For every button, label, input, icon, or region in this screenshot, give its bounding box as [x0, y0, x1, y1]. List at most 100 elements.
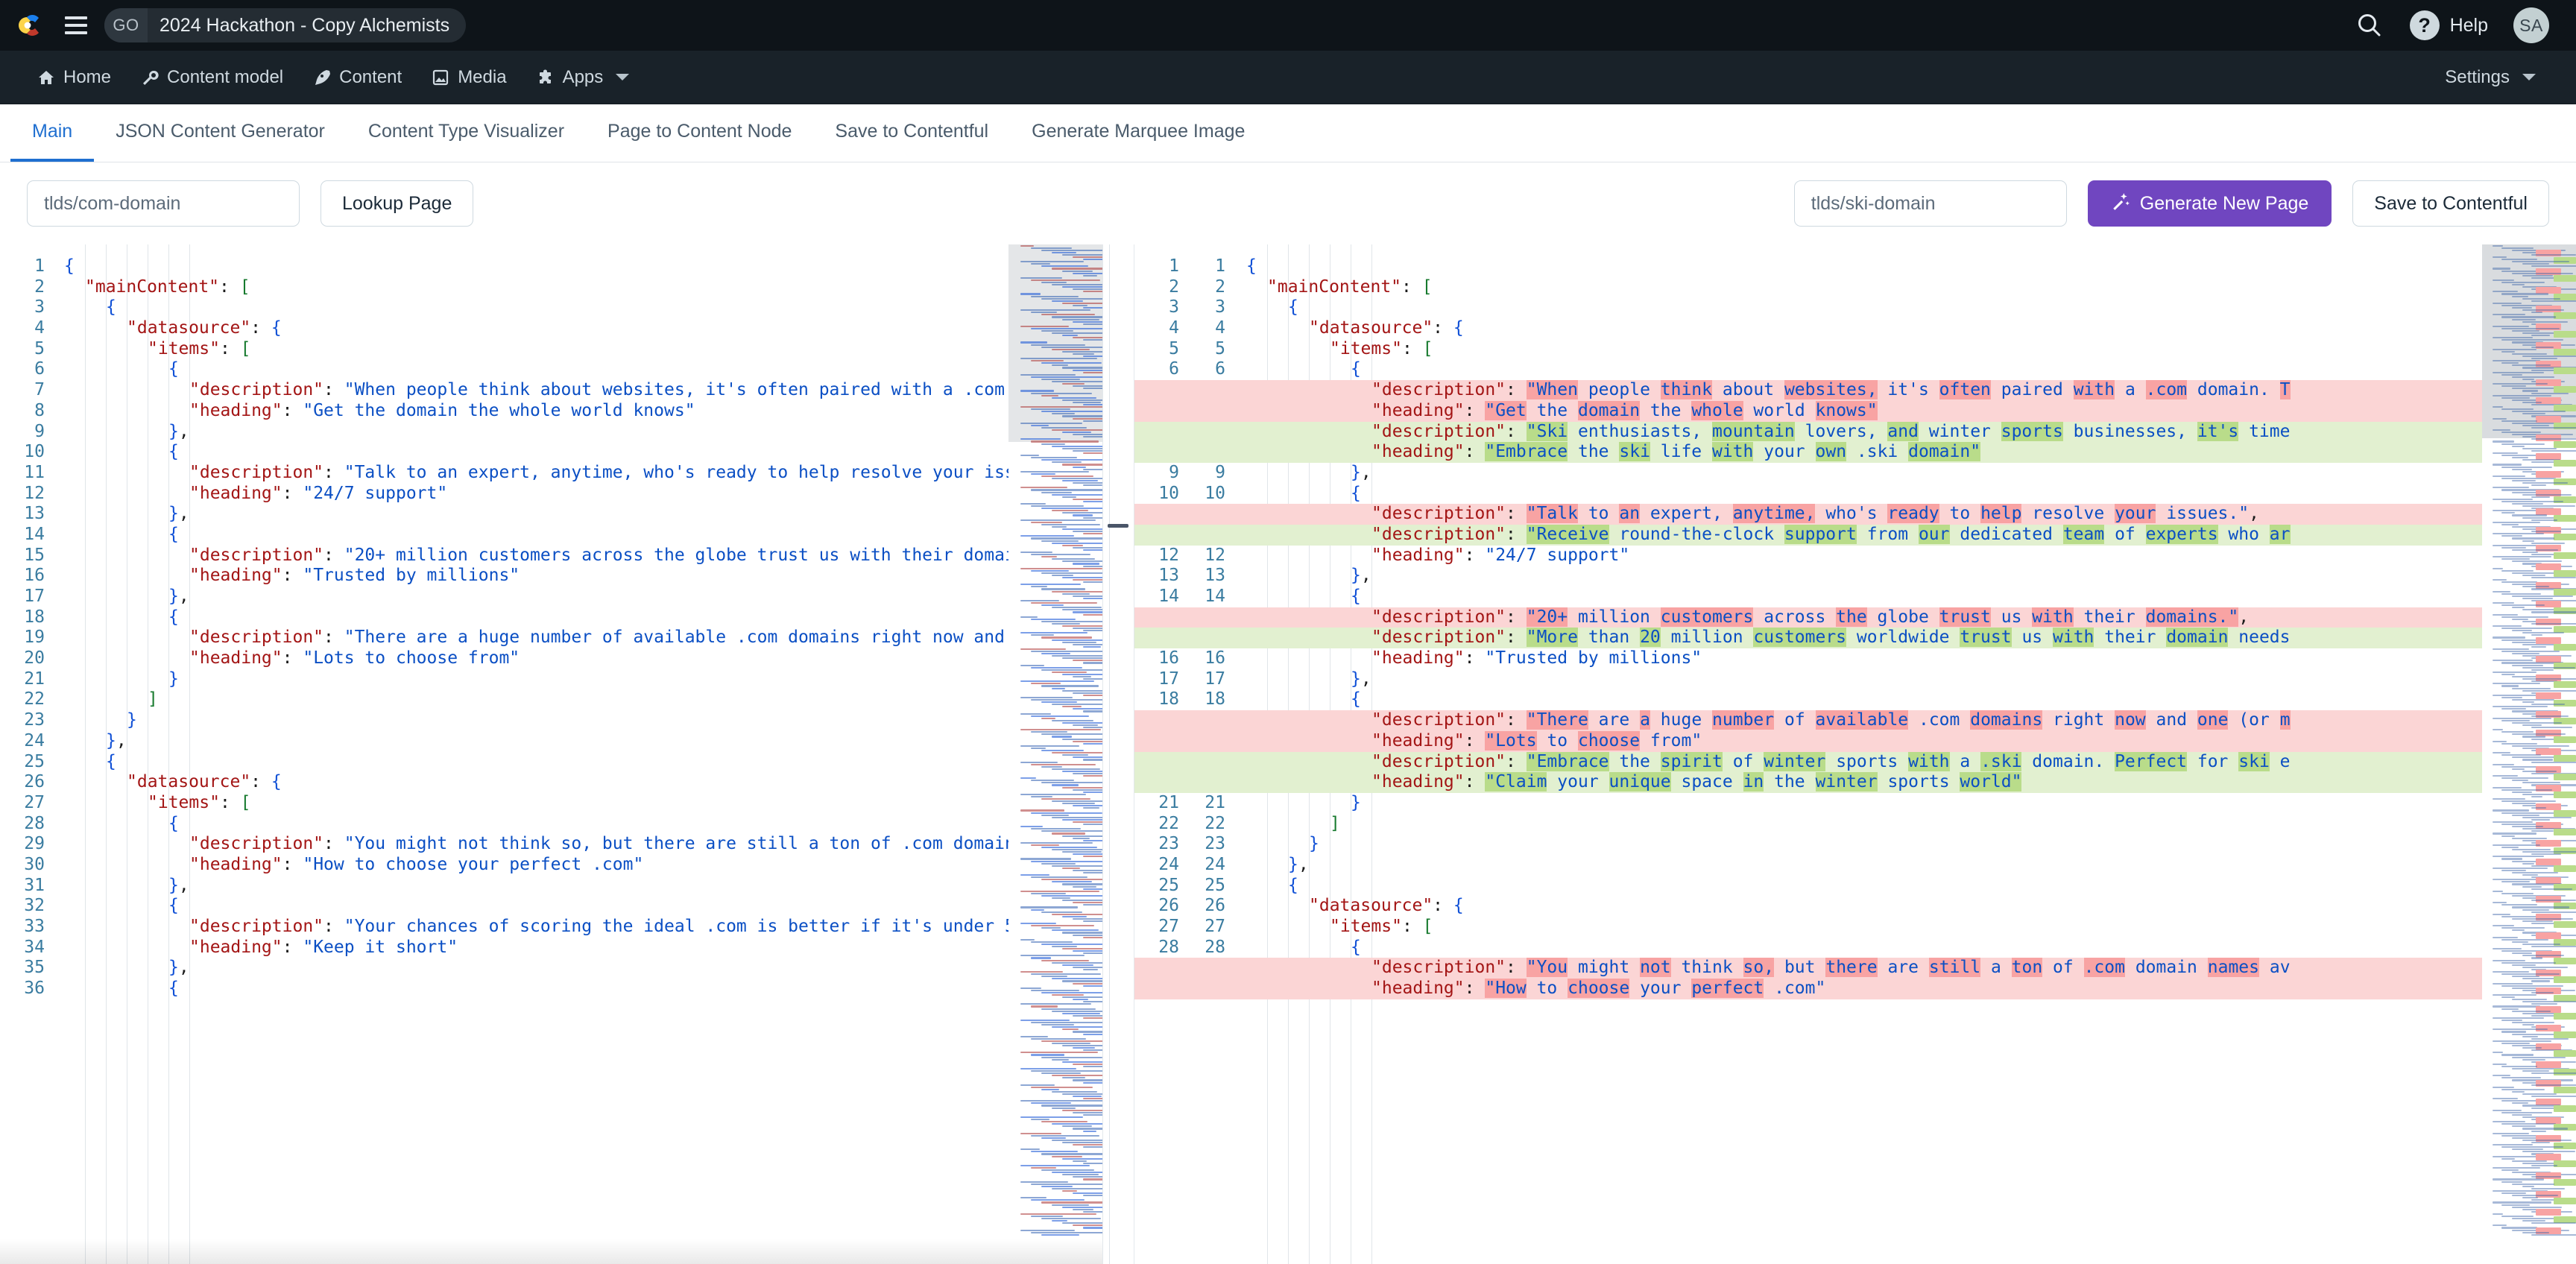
code-line[interactable]: "datasource": { [0, 772, 1102, 793]
diff-line[interactable]: "description": "Receive round-the-clock … [1134, 524, 2576, 546]
code-line[interactable]: "description": "Your chances of scoring … [0, 917, 1102, 938]
diff-line[interactable]: "description": "20+ million customers ac… [1134, 607, 2576, 628]
left-editor-code[interactable]: {"mainContent": [{"datasource": {"items"… [0, 256, 1102, 999]
diff-line[interactable]: "heading": "Claim your unique space in t… [1134, 772, 2576, 793]
code-line[interactable]: "items": [ [0, 339, 1102, 360]
generate-new-page-button[interactable]: Generate New Page [2087, 180, 2332, 227]
diff-line[interactable]: "description": "When people think about … [1134, 380, 2576, 401]
contentful-logo[interactable] [16, 9, 49, 42]
code-line[interactable]: "description": "When people think about … [0, 380, 1102, 401]
left-editor-minimap[interactable] [1008, 244, 1102, 1264]
left-editor-pane[interactable]: 1 2 3 4 5 6 7 8 9 10 11 12 13 14 15 16 17 18 19 20 21 22 23 24 2… [0, 244, 1103, 1264]
code-line[interactable]: "description": "Talk to an expert, anyti… [0, 463, 1102, 484]
right-editor-pane[interactable]: 1234567891011121314151617181920212223242… [1134, 244, 2576, 1264]
code-line[interactable]: { [0, 896, 1102, 917]
diff-line[interactable]: "mainContent": [ [1134, 277, 2576, 298]
help-button[interactable]: ? Help [2409, 10, 2488, 40]
code-line[interactable]: }, [0, 587, 1102, 607]
diff-line[interactable]: "items": [ [1134, 917, 2576, 938]
diff-line[interactable]: { [1134, 876, 2576, 897]
nav-item-settings[interactable]: Settings [2430, 51, 2551, 104]
diff-line[interactable]: }, [1134, 566, 2576, 587]
code-line[interactable]: }, [0, 958, 1102, 979]
code-line[interactable]: "datasource": { [0, 318, 1102, 339]
diff-line[interactable]: "description": "Talk to an expert, anyti… [1134, 504, 2576, 525]
diff-line[interactable]: { [1134, 359, 2576, 380]
code-line[interactable]: { [0, 814, 1102, 835]
code-line[interactable]: { [0, 607, 1102, 628]
code-line[interactable]: { [0, 359, 1102, 380]
diff-line[interactable]: { [1134, 587, 2576, 607]
tab-save-to-contentful[interactable]: Save to Contentful [813, 104, 1010, 162]
target-slug-input[interactable] [1793, 180, 2067, 227]
avatar[interactable]: SA [2513, 7, 2549, 43]
code-line[interactable]: "items": [ [0, 793, 1102, 814]
diff-line[interactable]: { [1134, 484, 2576, 505]
code-line[interactable]: { [0, 752, 1102, 773]
tab-json-content-generator[interactable]: JSON Content Generator [94, 104, 347, 162]
search-icon[interactable] [2355, 10, 2384, 40]
diff-line[interactable]: "description": "More than 20 million cus… [1134, 628, 2576, 649]
code-line[interactable]: "heading": "Get the domain the whole wor… [0, 401, 1102, 422]
nav-item-apps[interactable]: Apps [522, 51, 645, 104]
code-line[interactable]: "heading": "Trusted by millions" [0, 566, 1102, 587]
diff-line[interactable]: } [1134, 834, 2576, 855]
code-line[interactable]: }, [0, 731, 1102, 752]
diff-line[interactable]: { [1134, 689, 2576, 710]
code-line[interactable]: { [0, 979, 1102, 999]
right-editor-minimap[interactable] [2482, 244, 2576, 1264]
code-line[interactable]: }, [0, 422, 1102, 443]
code-line[interactable]: "heading": "Lots to choose from" [0, 648, 1102, 669]
nav-item-content-model[interactable]: Content model [126, 51, 298, 104]
code-line[interactable]: "heading": "How to choose your perfect .… [0, 855, 1102, 876]
hamburger-menu-icon[interactable] [60, 9, 92, 42]
diff-line[interactable]: { [1134, 297, 2576, 318]
editor-divider[interactable] [1103, 244, 1134, 1264]
lookup-slug-input[interactable] [27, 180, 300, 227]
save-to-contentful-button[interactable]: Save to Contentful [2352, 180, 2549, 227]
nav-item-content[interactable]: Content [298, 51, 417, 104]
lookup-page-button[interactable]: Lookup Page [321, 180, 474, 227]
diff-line[interactable]: }, [1134, 669, 2576, 690]
diff-line[interactable]: "heading": "Embrace the ski life with yo… [1134, 442, 2576, 463]
code-line[interactable]: { [0, 256, 1102, 277]
code-line[interactable]: } [0, 710, 1102, 731]
diff-line[interactable]: } [1134, 793, 2576, 814]
code-line[interactable]: }, [0, 504, 1102, 525]
diff-line[interactable]: "datasource": { [1134, 318, 2576, 339]
tab-generate-marquee-image[interactable]: Generate Marquee Image [1010, 104, 1266, 162]
code-line[interactable]: "description": "20+ million customers ac… [0, 546, 1102, 566]
diff-line[interactable]: { [1134, 256, 2576, 277]
diff-line[interactable]: "heading": "24/7 support" [1134, 546, 2576, 566]
tab-main[interactable]: Main [10, 104, 95, 162]
diff-line[interactable]: "heading": "How to choose your perfect .… [1134, 979, 2576, 999]
right-editor-diff-code[interactable]: {"mainContent": [{"datasource": {"items"… [1134, 256, 2576, 999]
diff-line[interactable]: "datasource": { [1134, 896, 2576, 917]
code-line[interactable]: "heading": "Keep it short" [0, 938, 1102, 958]
diff-line[interactable]: "description": "You might not think so, … [1134, 958, 2576, 979]
diff-line[interactable]: "description": "There are a huge number … [1134, 710, 2576, 731]
divider-drag-handle[interactable] [1108, 524, 1128, 528]
diff-line[interactable]: "description": "Embrace the spirit of wi… [1134, 751, 2576, 773]
code-line[interactable]: { [0, 525, 1102, 546]
tab-page-to-content-node[interactable]: Page to Content Node [586, 104, 813, 162]
diff-line[interactable]: }, [1134, 463, 2576, 484]
code-line[interactable]: "description": "There are a huge number … [0, 628, 1102, 648]
diff-line[interactable]: { [1134, 938, 2576, 958]
nav-item-media[interactable]: Media [417, 51, 521, 104]
code-line[interactable]: { [0, 442, 1102, 463]
code-line[interactable]: "description": "You might not think so, … [0, 834, 1102, 855]
code-line[interactable]: ] [0, 689, 1102, 710]
space-selector[interactable]: GO 2024 Hackathon - Copy Alchemists [104, 8, 467, 42]
diff-line[interactable]: "heading": "Lots to choose from" [1134, 730, 2576, 752]
code-line[interactable]: } [0, 669, 1102, 690]
diff-line[interactable]: ] [1134, 814, 2576, 835]
diff-line[interactable]: "heading": "Get the domain the whole wor… [1134, 400, 2576, 422]
code-line[interactable]: "mainContent": [ [0, 277, 1102, 298]
diff-line[interactable]: "description": "Ski enthusiasts, mountai… [1134, 421, 2576, 443]
diff-line[interactable]: "heading": "Trusted by millions" [1134, 648, 2576, 669]
code-line[interactable]: { [0, 297, 1102, 318]
tab-content-type-visualizer[interactable]: Content Type Visualizer [347, 104, 586, 162]
nav-item-home[interactable]: Home [22, 51, 126, 104]
diff-line[interactable]: "items": [ [1134, 339, 2576, 360]
